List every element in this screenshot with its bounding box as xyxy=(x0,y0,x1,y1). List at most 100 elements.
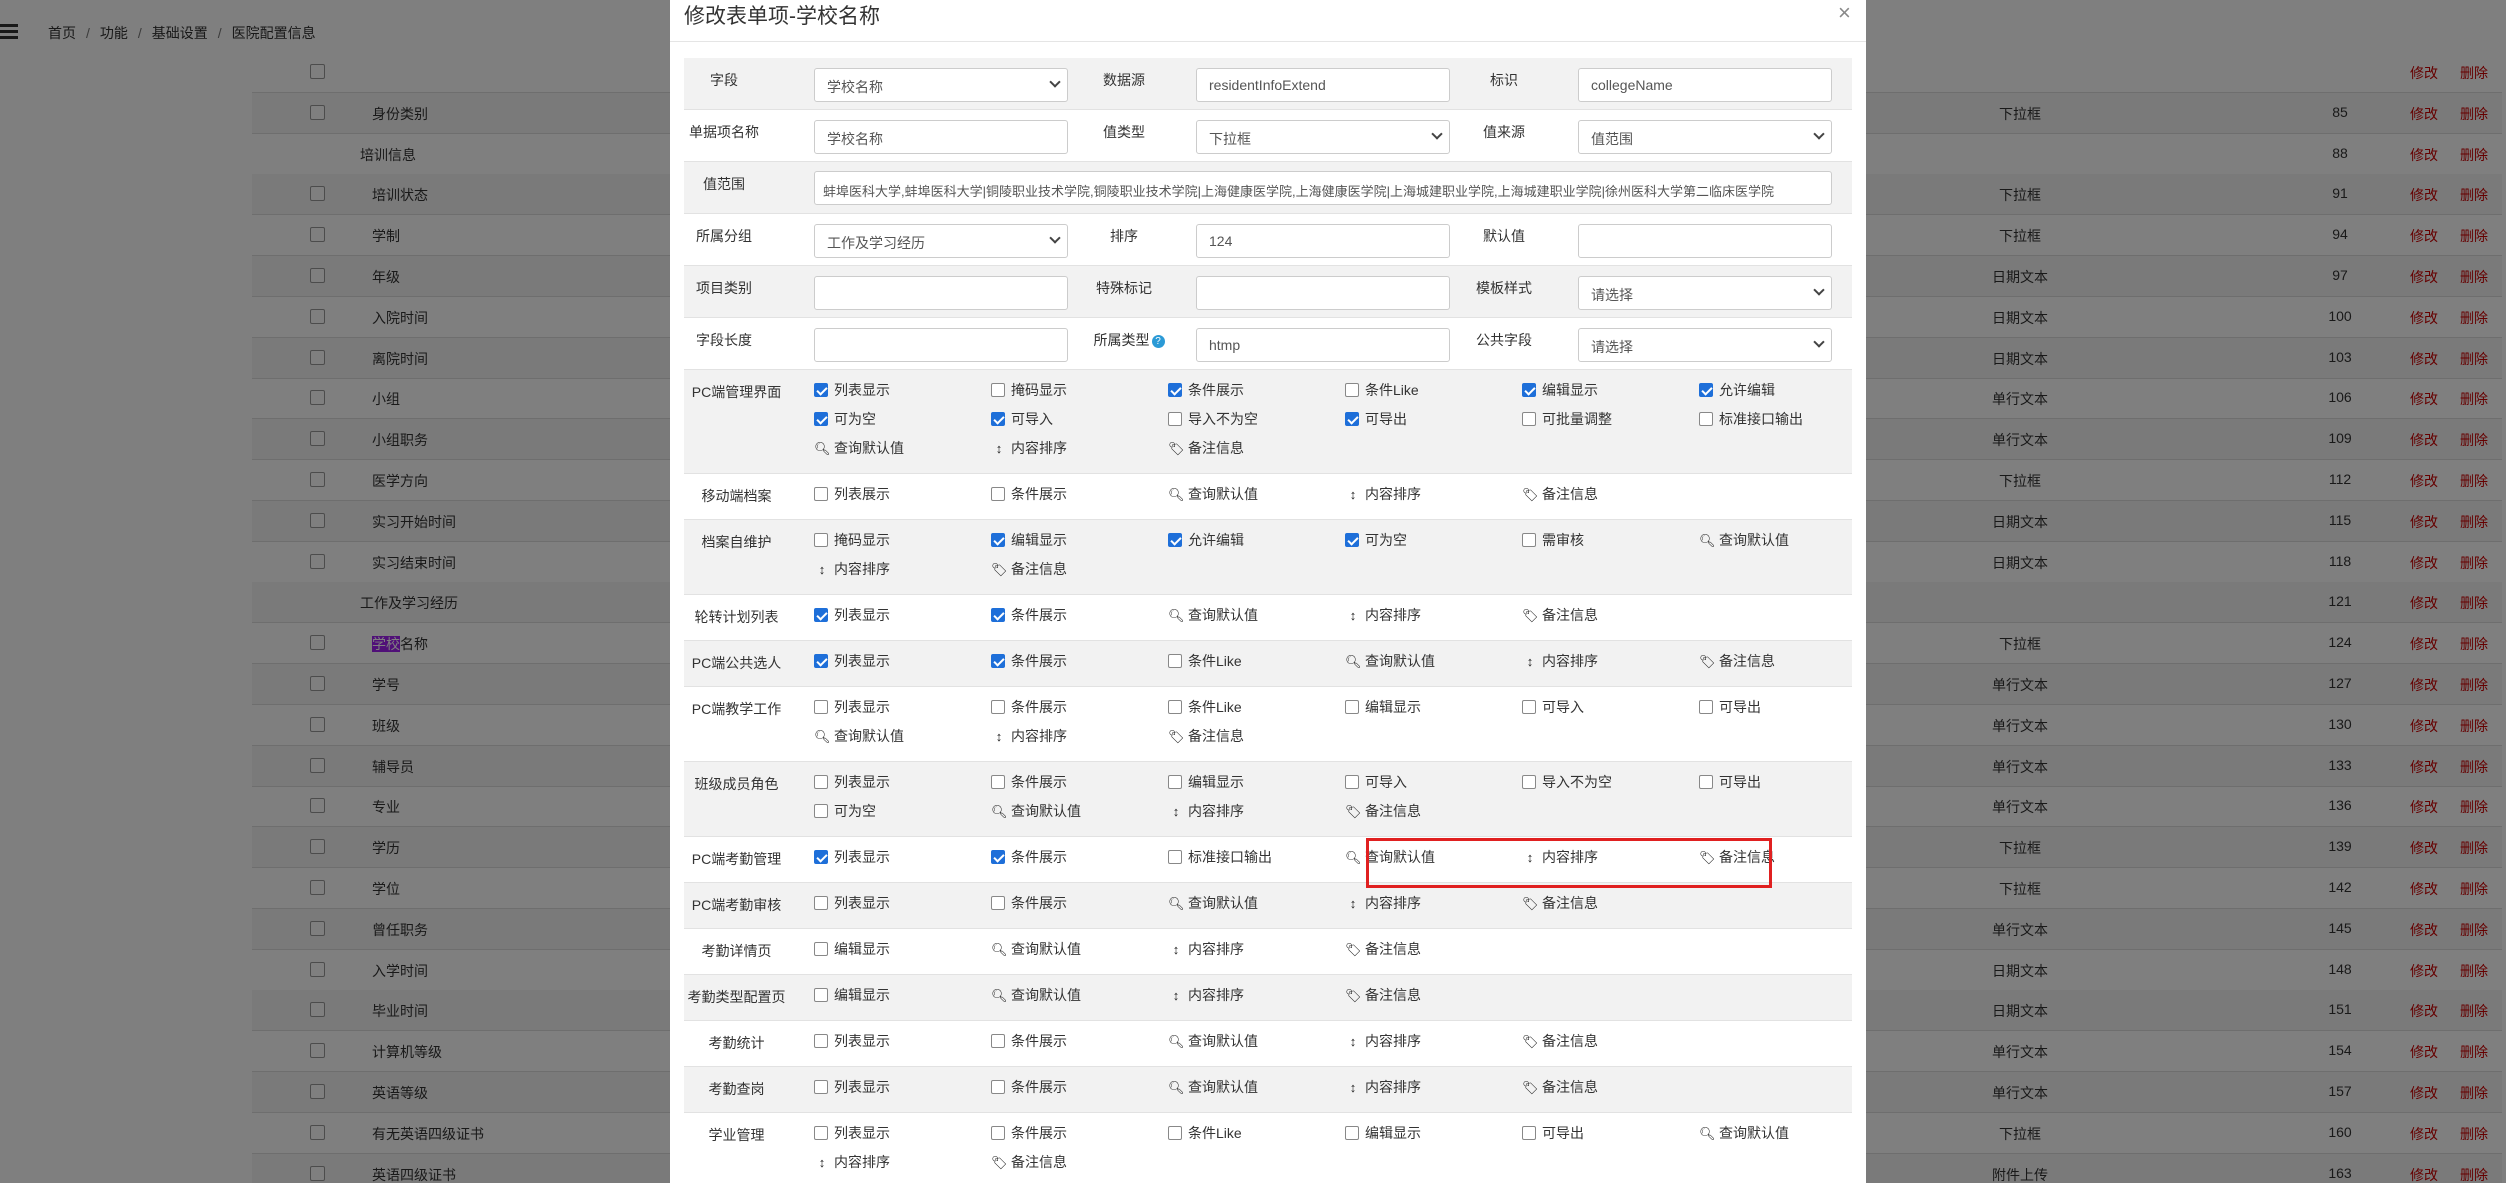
content-sort-link[interactable]: ↕ 内容排序 xyxy=(1345,893,1421,913)
permission-checkbox[interactable]: 条件Like xyxy=(1345,380,1419,400)
content-sort-link[interactable]: ↕ 内容排序 xyxy=(1345,1031,1421,1051)
permission-checkbox[interactable]: 条件展示 xyxy=(991,1077,1067,1097)
permission-checkbox[interactable]: 条件展示 xyxy=(991,484,1067,504)
permission-checkbox[interactable]: 可为空 xyxy=(814,409,876,429)
content-sort-link[interactable]: ↕ 内容排序 xyxy=(814,1152,890,1172)
content-sort-link[interactable]: ↕ 内容排序 xyxy=(814,559,890,579)
content-sort-link[interactable]: ↕ 内容排序 xyxy=(991,438,1067,458)
permission-checkbox[interactable]: 列表显示 xyxy=(814,1123,890,1143)
permission-checkbox[interactable]: 列表显示 xyxy=(814,605,890,625)
permission-checkbox[interactable]: 编辑显示 xyxy=(1345,697,1421,717)
permission-checkbox[interactable]: 条件Like xyxy=(1168,651,1242,671)
permission-checkbox[interactable]: 编辑显示 xyxy=(1345,1123,1421,1143)
group-select[interactable]: 工作及学习经历 xyxy=(814,224,1068,258)
permission-checkbox[interactable]: 条件展示 xyxy=(991,1031,1067,1051)
query-default-link[interactable]: 🔍︎ 查询默认值 xyxy=(1345,847,1435,867)
public-select[interactable]: 请选择 xyxy=(1578,328,1832,362)
range-input[interactable]: 蚌埠医科大学,蚌埠医科大学|铜陵职业技术学院,铜陵职业技术学院|上海健康医学院,… xyxy=(814,171,1832,205)
query-default-link[interactable]: 🔍︎ 查询默认值 xyxy=(1168,893,1258,913)
permission-checkbox[interactable]: 条件展示 xyxy=(1168,380,1244,400)
permission-checkbox[interactable]: 可导出 xyxy=(1522,1123,1584,1143)
permission-checkbox[interactable]: 条件Like xyxy=(1168,1123,1242,1143)
valuesource-select[interactable]: 值范围 xyxy=(1578,120,1832,154)
permission-checkbox[interactable]: 需审核 xyxy=(1522,530,1584,550)
valuetype-select[interactable]: 下拉框 xyxy=(1196,120,1450,154)
query-default-link[interactable]: 🔍︎ 查询默认值 xyxy=(1168,605,1258,625)
permission-checkbox[interactable]: 列表展示 xyxy=(814,484,890,504)
remark-link[interactable]: 🏷︎ 备注信息 xyxy=(1345,939,1421,959)
query-default-link[interactable]: 🔍︎ 查询默认值 xyxy=(1699,530,1789,550)
permission-checkbox[interactable]: 可导出 xyxy=(1699,772,1761,792)
belongtype-input[interactable]: htmp xyxy=(1196,328,1450,362)
permission-checkbox[interactable]: 条件展示 xyxy=(991,697,1067,717)
identifier-input[interactable]: collegeName xyxy=(1578,68,1832,102)
help-icon[interactable]: ? xyxy=(1151,335,1165,348)
remark-link[interactable]: 🏷︎ 备注信息 xyxy=(1699,651,1775,671)
length-input[interactable] xyxy=(814,328,1068,362)
permission-checkbox[interactable]: 可导入 xyxy=(991,409,1053,429)
query-default-link[interactable]: 🔍︎ 查询默认值 xyxy=(1168,1031,1258,1051)
content-sort-link[interactable]: ↕ 内容排序 xyxy=(1522,651,1598,671)
permission-checkbox[interactable]: 导入不为空 xyxy=(1168,409,1258,429)
query-default-link[interactable]: 🔍︎ 查询默认值 xyxy=(1345,651,1435,671)
remark-link[interactable]: 🏷︎ 备注信息 xyxy=(1345,801,1421,821)
permission-checkbox[interactable]: 标准接口输出 xyxy=(1699,409,1803,429)
permission-checkbox[interactable]: 编辑显示 xyxy=(814,939,890,959)
permission-checkbox[interactable]: 可导入 xyxy=(1345,772,1407,792)
permission-checkbox[interactable]: 掩码显示 xyxy=(814,530,890,550)
permission-checkbox[interactable]: 列表显示 xyxy=(814,893,890,913)
content-sort-link[interactable]: ↕ 内容排序 xyxy=(1345,1077,1421,1097)
permission-checkbox[interactable]: 条件展示 xyxy=(991,605,1067,625)
sort-input[interactable]: 124 xyxy=(1196,224,1450,258)
field-select[interactable]: 学校名称 xyxy=(814,68,1068,102)
remark-link[interactable]: 🏷︎ 备注信息 xyxy=(1168,438,1244,458)
itemname-input[interactable]: 学校名称 xyxy=(814,120,1068,154)
remark-link[interactable]: 🏷︎ 备注信息 xyxy=(1522,484,1598,504)
query-default-link[interactable]: 🔍︎ 查询默认值 xyxy=(1168,1077,1258,1097)
template-select[interactable]: 请选择 xyxy=(1578,276,1832,310)
query-default-link[interactable]: 🔍︎ 查询默认值 xyxy=(991,801,1081,821)
permission-checkbox[interactable]: 列表显示 xyxy=(814,651,890,671)
query-default-link[interactable]: 🔍︎ 查询默认值 xyxy=(1699,1123,1789,1143)
default-input[interactable] xyxy=(1578,224,1832,258)
remark-link[interactable]: 🏷︎ 备注信息 xyxy=(1345,985,1421,1005)
content-sort-link[interactable]: ↕ 内容排序 xyxy=(991,726,1067,746)
content-sort-link[interactable]: ↕ 内容排序 xyxy=(1345,605,1421,625)
permission-checkbox[interactable]: 条件Like xyxy=(1168,697,1242,717)
permission-checkbox[interactable]: 可导出 xyxy=(1345,409,1407,429)
permission-checkbox[interactable]: 可为空 xyxy=(1345,530,1407,550)
permission-checkbox[interactable]: 列表显示 xyxy=(814,1077,890,1097)
permission-checkbox[interactable]: 标准接口输出 xyxy=(1168,847,1272,867)
remark-link[interactable]: 🏷︎ 备注信息 xyxy=(1168,726,1244,746)
query-default-link[interactable]: 🔍︎ 查询默认值 xyxy=(991,939,1081,959)
content-sort-link[interactable]: ↕ 内容排序 xyxy=(1168,985,1244,1005)
remark-link[interactable]: 🏷︎ 备注信息 xyxy=(991,559,1067,579)
datasource-input[interactable]: residentInfoExtend xyxy=(1196,68,1450,102)
permission-checkbox[interactable]: 列表显示 xyxy=(814,697,890,717)
permission-checkbox[interactable]: 条件展示 xyxy=(991,651,1067,671)
permission-checkbox[interactable]: 列表显示 xyxy=(814,772,890,792)
query-default-link[interactable]: 🔍︎ 查询默认值 xyxy=(814,438,904,458)
remark-link[interactable]: 🏷︎ 备注信息 xyxy=(991,1152,1067,1172)
query-default-link[interactable]: 🔍︎ 查询默认值 xyxy=(991,985,1081,1005)
permission-checkbox[interactable]: 条件展示 xyxy=(991,893,1067,913)
permission-checkbox[interactable]: 可导出 xyxy=(1699,697,1761,717)
permission-checkbox[interactable]: 允许编辑 xyxy=(1699,380,1775,400)
permission-checkbox[interactable]: 编辑显示 xyxy=(814,985,890,1005)
permission-checkbox[interactable]: 条件展示 xyxy=(991,1123,1067,1143)
permission-checkbox[interactable]: 编辑显示 xyxy=(1168,772,1244,792)
content-sort-link[interactable]: ↕ 内容排序 xyxy=(1168,939,1244,959)
permission-checkbox[interactable]: 可批量调整 xyxy=(1522,409,1612,429)
content-sort-link[interactable]: ↕ 内容排序 xyxy=(1168,801,1244,821)
close-icon[interactable]: × xyxy=(1838,0,1851,26)
special-input[interactable] xyxy=(1196,276,1450,310)
permission-checkbox[interactable]: 列表显示 xyxy=(814,847,890,867)
remark-link[interactable]: 🏷︎ 备注信息 xyxy=(1522,1077,1598,1097)
permission-checkbox[interactable]: 列表显示 xyxy=(814,380,890,400)
permission-checkbox[interactable]: 条件展示 xyxy=(991,772,1067,792)
permission-checkbox[interactable]: 编辑显示 xyxy=(1522,380,1598,400)
remark-link[interactable]: 🏷︎ 备注信息 xyxy=(1699,847,1775,867)
remark-link[interactable]: 🏷︎ 备注信息 xyxy=(1522,1031,1598,1051)
query-default-link[interactable]: 🔍︎ 查询默认值 xyxy=(814,726,904,746)
permission-checkbox[interactable]: 可导入 xyxy=(1522,697,1584,717)
